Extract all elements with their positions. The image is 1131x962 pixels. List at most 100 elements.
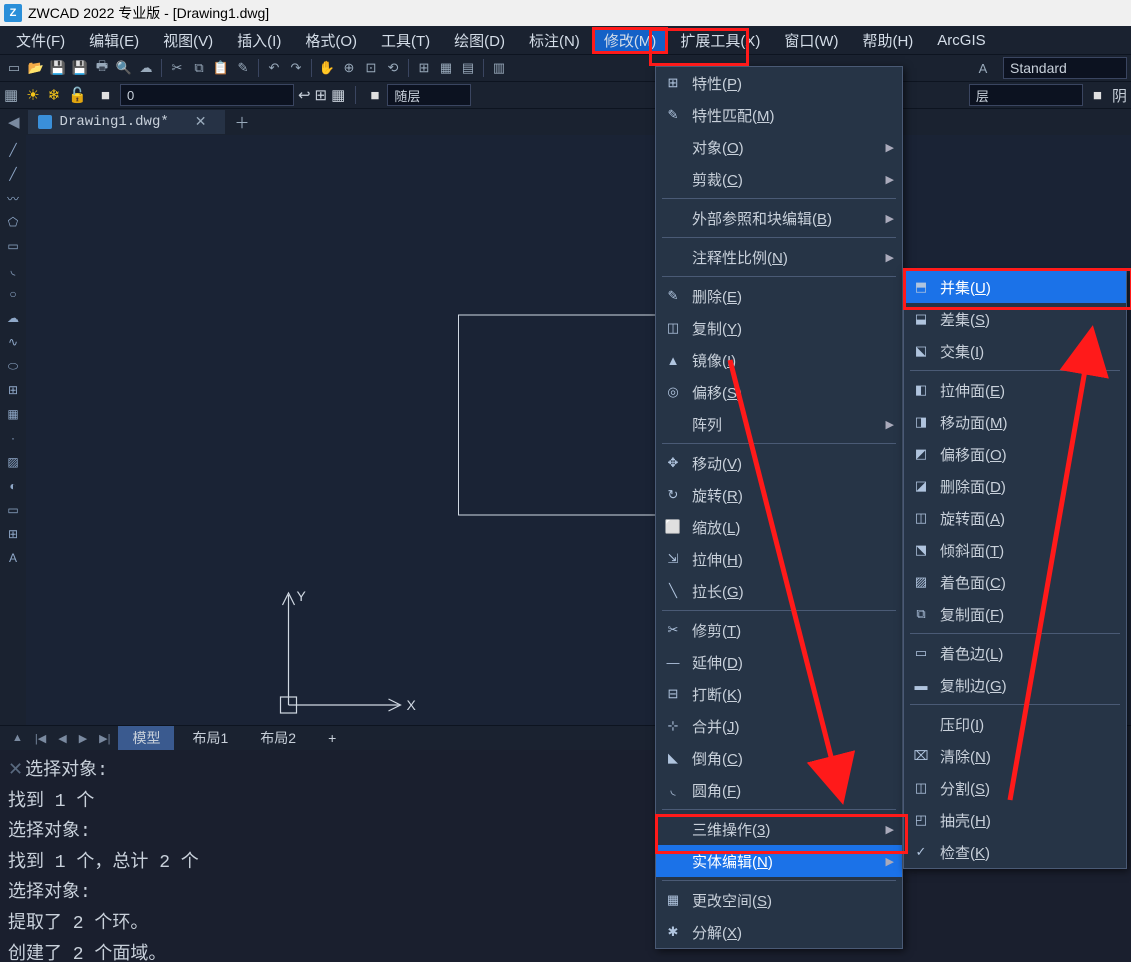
layout-prev-icon[interactable]: ▲	[8, 732, 27, 744]
solid-menu-item[interactable]: ◨移动面(M)	[904, 406, 1126, 438]
modify-menu-item[interactable]: ✱分解(X)	[656, 916, 902, 948]
style-icon[interactable]: A	[973, 58, 993, 78]
modify-menu-item[interactable]: ◫复制(Y)	[656, 312, 902, 344]
modify-menu-item[interactable]: ◎偏移(S)	[656, 376, 902, 408]
publish-icon[interactable]: ☁	[136, 58, 156, 78]
solid-menu-item[interactable]: ▨着色面(C)	[904, 566, 1126, 598]
save-icon[interactable]: 💾	[48, 58, 68, 78]
props-icon[interactable]: ⊞	[414, 58, 434, 78]
block-icon[interactable]: ▦	[4, 405, 22, 423]
solid-menu-item[interactable]: ◰抽壳(H)	[904, 804, 1126, 836]
solid-menu-item[interactable]: ⬓差集(S)	[904, 303, 1126, 335]
document-tab[interactable]: Drawing1.dwg* ✕	[28, 110, 225, 134]
layout-tab-2[interactable]: 布局2	[246, 726, 310, 750]
layout-first-icon[interactable]: |◀	[31, 732, 50, 745]
modify-menu-item[interactable]: 三维操作(3)▶	[656, 813, 902, 845]
menu-insert[interactable]: 插入(I)	[225, 27, 293, 54]
color-combo[interactable]: 随层	[387, 84, 471, 106]
modify-menu-item[interactable]: ✂修剪(T)	[656, 614, 902, 646]
open-icon[interactable]: 📂	[26, 58, 46, 78]
layer-prev-icon[interactable]: ↩	[298, 86, 311, 104]
menu-ext[interactable]: 扩展工具(X)	[668, 27, 772, 54]
modify-menu-item[interactable]: ╲拉长(G)	[656, 575, 902, 607]
menu-dim[interactable]: 标注(N)	[517, 27, 592, 54]
tabs-home-icon[interactable]: ◀	[8, 113, 20, 131]
layout-tab-add[interactable]: +	[314, 728, 350, 748]
circle-icon[interactable]: ○	[4, 285, 22, 303]
table-icon[interactable]: ⊞	[4, 525, 22, 543]
close-tab-icon[interactable]: ✕	[195, 114, 207, 131]
modify-menu-item[interactable]: ▲镜像(I)	[656, 344, 902, 376]
revcloud-icon[interactable]: ☁	[4, 309, 22, 327]
spline-icon[interactable]: ∿	[4, 333, 22, 351]
menu-modify[interactable]: 修改(M)	[592, 27, 669, 54]
modify-menu-item[interactable]: ⇲拉伸(H)	[656, 543, 902, 575]
layout-fwd-icon[interactable]: ▶	[75, 732, 91, 745]
plot-icon[interactable]: 🖶	[92, 58, 112, 78]
solid-menu-item[interactable]: ◫分割(S)	[904, 772, 1126, 804]
polygon-icon[interactable]: ⬠	[4, 213, 22, 231]
copy-icon[interactable]: ⧉	[189, 58, 209, 78]
new-icon[interactable]: ▭	[4, 58, 24, 78]
zoom-rt-icon[interactable]: ⊕	[339, 58, 359, 78]
text-icon[interactable]: A	[4, 549, 22, 567]
modify-menu-item[interactable]: ⬜缩放(L)	[656, 511, 902, 543]
menu-edit[interactable]: 编辑(E)	[77, 27, 151, 54]
menu-help[interactable]: 帮助(H)	[850, 27, 925, 54]
hatch-icon[interactable]: ▨	[4, 453, 22, 471]
ellipse-icon[interactable]: ⬭	[4, 357, 22, 375]
region-icon[interactable]: ▭	[4, 501, 22, 519]
rectangle-icon[interactable]: ▭	[4, 237, 22, 255]
lineweight-combo[interactable]: 层	[969, 84, 1083, 106]
solid-menu-item[interactable]: ◩偏移面(O)	[904, 438, 1126, 470]
preview-icon[interactable]: 🔍	[114, 58, 134, 78]
gradient-icon[interactable]: ◐	[4, 477, 22, 495]
xline-icon[interactable]: ╱	[4, 165, 22, 183]
layer-iso-icon[interactable]: ▦	[331, 86, 345, 104]
arc-icon[interactable]: ◟	[4, 261, 22, 279]
menu-draw[interactable]: 绘图(D)	[442, 27, 517, 54]
cut-icon[interactable]: ✂	[167, 58, 187, 78]
solid-menu-item[interactable]: ⧉复制面(F)	[904, 598, 1126, 630]
solid-menu-item[interactable]: ◫旋转面(A)	[904, 502, 1126, 534]
modify-menu-item[interactable]: ✎特性匹配(M)	[656, 99, 902, 131]
matchprop-icon[interactable]: ✎	[233, 58, 253, 78]
line-icon[interactable]: ╱	[4, 141, 22, 159]
solid-menu-item[interactable]: ▭着色边(L)	[904, 637, 1126, 669]
solid-menu-item[interactable]: ⌧清除(N)	[904, 740, 1126, 772]
modify-menu-item[interactable]: 实体编辑(N)▶	[656, 845, 902, 877]
modify-menu-item[interactable]: 阵列▶	[656, 408, 902, 440]
menu-tools[interactable]: 工具(T)	[369, 27, 442, 54]
pan-icon[interactable]: ✋	[317, 58, 337, 78]
layer-props-icon[interactable]: ▦	[4, 86, 18, 104]
undo-icon[interactable]: ↶	[264, 58, 284, 78]
modify-menu-item[interactable]: ◣倒角(C)	[656, 742, 902, 774]
design-center-icon[interactable]: ▦	[436, 58, 456, 78]
tool-palette-icon[interactable]: ▤	[458, 58, 478, 78]
solid-menu-item[interactable]: ◧拉伸面(E)	[904, 374, 1126, 406]
modify-menu-item[interactable]: ⊟打断(K)	[656, 678, 902, 710]
modify-menu-item[interactable]: ⊹合并(J)	[656, 710, 902, 742]
modify-menu-item[interactable]: ✥移动(V)	[656, 447, 902, 479]
layout-last-icon[interactable]: ▶|	[95, 732, 114, 745]
menu-format[interactable]: 格式(O)	[293, 27, 369, 54]
textstyle-combo[interactable]: Standard	[1003, 57, 1127, 79]
solid-menu-item[interactable]: ✓检查(K)	[904, 836, 1126, 868]
solid-menu-item[interactable]: ⬒并集(U)	[904, 271, 1126, 303]
paste-icon[interactable]: 📋	[211, 58, 231, 78]
layout-tab-model[interactable]: 模型	[118, 726, 174, 750]
insert-icon[interactable]: ⊞	[4, 381, 22, 399]
layer-state-icon[interactable]: ⊞	[315, 86, 328, 104]
layout-back-icon[interactable]: ◀	[54, 732, 70, 745]
modify-menu-item[interactable]: —延伸(D)	[656, 646, 902, 678]
modify-menu-item[interactable]: 注释性比例(N)▶	[656, 241, 902, 273]
modify-menu-item[interactable]: ⊞特性(P)	[656, 67, 902, 99]
menu-window[interactable]: 窗口(W)	[772, 27, 850, 54]
menu-file[interactable]: 文件(F)	[4, 27, 77, 54]
menu-arcgis[interactable]: ArcGIS	[925, 29, 997, 52]
modify-menu-item[interactable]: ▦更改空间(S)	[656, 884, 902, 916]
layout-tab-1[interactable]: 布局1	[178, 726, 242, 750]
redo-icon[interactable]: ↷	[286, 58, 306, 78]
modify-menu-item[interactable]: 剪裁(C)▶	[656, 163, 902, 195]
layer-combo[interactable]: 0	[120, 84, 294, 106]
